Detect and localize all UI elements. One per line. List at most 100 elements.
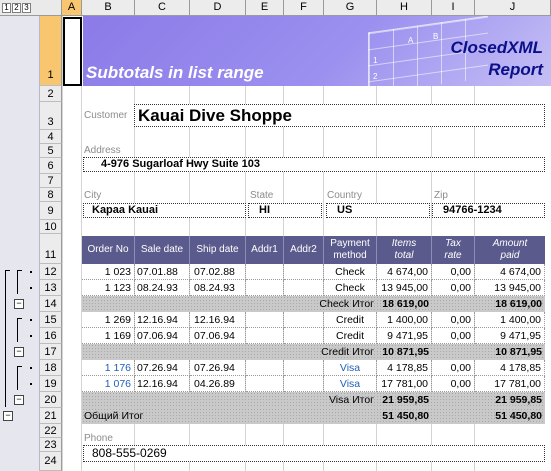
cell-amount-paid[interactable]: 9 471,95 xyxy=(475,328,545,344)
cell-order-no[interactable]: 1 269 xyxy=(82,312,135,328)
cell-tax-rate[interactable]: 0,00 xyxy=(432,360,475,376)
row-header-2[interactable]: 2 xyxy=(40,86,62,102)
row-header-24[interactable]: 24 xyxy=(40,452,62,471)
row-header-10[interactable]: 10 xyxy=(40,220,62,234)
cell-order-no[interactable]: 1 123 xyxy=(82,280,135,296)
column-header-e[interactable]: E xyxy=(246,0,284,16)
column-header-f[interactable]: F xyxy=(284,0,324,16)
cell-addr1[interactable] xyxy=(246,328,284,344)
cell-sale-date[interactable]: 12.16.94 xyxy=(135,312,190,328)
selected-cell-a1[interactable] xyxy=(63,17,82,86)
row-header-19[interactable]: 19 xyxy=(40,376,62,392)
row-header-18[interactable]: 18 xyxy=(40,360,62,376)
cell-sale-date[interactable]: 08.24.93 xyxy=(135,280,190,296)
cell-items-total[interactable]: 13 945,00 xyxy=(377,280,432,296)
cell-tax-rate[interactable]: 0,00 xyxy=(432,376,475,392)
column-header-j[interactable]: J xyxy=(475,0,551,16)
cell-sale-date[interactable]: 07.06.94 xyxy=(135,328,190,344)
outline-level-3-button[interactable]: 3 xyxy=(22,3,31,13)
cell-items-total[interactable]: 4 674,00 xyxy=(377,264,432,280)
cell-amount-paid[interactable]: 4 674,00 xyxy=(475,264,545,280)
cell-addr1[interactable] xyxy=(246,280,284,296)
column-header-c[interactable]: C xyxy=(135,0,190,16)
cell-addr1[interactable] xyxy=(246,264,284,280)
cell-ship-date[interactable]: 08.24.93 xyxy=(190,280,246,296)
cell-payment-method[interactable]: Credit xyxy=(324,312,377,328)
cell-order-no[interactable]: 1 176 xyxy=(82,360,135,376)
row-header-13[interactable]: 13 xyxy=(40,280,62,296)
cell-payment-method[interactable]: Check xyxy=(324,280,377,296)
row-header-20[interactable]: 20 xyxy=(40,392,62,408)
cell-addr2[interactable] xyxy=(284,360,324,376)
row-header-17[interactable]: 17 xyxy=(40,344,62,360)
cell-addr1[interactable] xyxy=(246,376,284,392)
cell-tax-rate[interactable]: 0,00 xyxy=(432,312,475,328)
row-header-23[interactable]: 23 xyxy=(40,438,62,452)
cell-addr2[interactable] xyxy=(284,376,324,392)
column-header-i[interactable]: I xyxy=(432,0,475,16)
row-header-16[interactable]: 16 xyxy=(40,328,62,344)
row-header-14[interactable]: 14 xyxy=(40,296,62,312)
cell-items-total[interactable]: 9 471,95 xyxy=(377,328,432,344)
cell-sale-date[interactable]: 12.16.94 xyxy=(135,376,190,392)
cell-amount-paid[interactable]: 4 178,85 xyxy=(475,360,545,376)
collapse-credit-button[interactable]: − xyxy=(14,347,24,357)
cell-addr2[interactable] xyxy=(284,312,324,328)
cell-amount-paid[interactable]: 1 400,00 xyxy=(475,312,545,328)
cell-ship-date[interactable]: 07.02.88 xyxy=(190,264,246,280)
cell-ship-date[interactable]: 07.26.94 xyxy=(190,360,246,376)
cell-ship-date[interactable]: 12.16.94 xyxy=(190,312,246,328)
banner-grid-letter-b: B xyxy=(433,32,439,41)
column-header-b[interactable]: B xyxy=(82,0,135,16)
cell-payment-method[interactable]: Credit xyxy=(324,328,377,344)
column-header-h[interactable]: H xyxy=(377,0,432,16)
cell-addr1[interactable] xyxy=(246,312,284,328)
cell-tax-rate[interactable]: 0,00 xyxy=(432,264,475,280)
cell-ship-date[interactable]: 04.26.89 xyxy=(190,376,246,392)
row-header-22[interactable]: 22 xyxy=(40,424,62,438)
cell-order-no[interactable]: 1 169 xyxy=(82,328,135,344)
row-header-1[interactable]: 1 xyxy=(40,16,62,86)
cell-amount-paid[interactable]: 13 945,00 xyxy=(475,280,545,296)
outline-level-2-button[interactable]: 2 xyxy=(12,3,21,13)
cell-addr2[interactable] xyxy=(284,264,324,280)
column-header-d[interactable]: D xyxy=(190,0,246,16)
row-header-3[interactable]: 3 xyxy=(40,102,62,130)
row-header-8[interactable]: 8 xyxy=(40,188,62,202)
city-value: Kapaa Kauai xyxy=(83,203,246,218)
row-header-4[interactable]: 4 xyxy=(40,130,62,144)
column-header-g[interactable]: G xyxy=(324,0,377,16)
cell-order-no[interactable]: 1 076 xyxy=(82,376,135,392)
collapse-visa-button[interactable]: − xyxy=(14,395,24,405)
cell-tax-rate[interactable]: 0,00 xyxy=(432,328,475,344)
cell-payment-method[interactable]: Visa xyxy=(324,376,377,392)
collapse-check-button[interactable]: − xyxy=(14,299,24,309)
row-header-11[interactable]: 11 xyxy=(40,234,62,264)
row-header-15[interactable]: 15 xyxy=(40,312,62,328)
subtotal-amount: 18 619,00 xyxy=(495,298,542,310)
row-header-21[interactable]: 21 xyxy=(40,408,62,424)
cell-tax-rate[interactable]: 0,00 xyxy=(432,280,475,296)
row-header-12[interactable]: 12 xyxy=(40,264,62,280)
row-header-7[interactable]: 7 xyxy=(40,174,62,188)
row-header-5[interactable]: 5 xyxy=(40,144,62,158)
cell-amount-paid[interactable]: 17 781,00 xyxy=(475,376,545,392)
cell-sale-date[interactable]: 07.26.94 xyxy=(135,360,190,376)
column-header-a[interactable]: A xyxy=(62,0,82,16)
row-header-9[interactable]: 9 xyxy=(40,202,62,220)
cell-items-total[interactable]: 17 781,00 xyxy=(377,376,432,392)
cell-addr2[interactable] xyxy=(284,280,324,296)
header-addr1: Addr1 xyxy=(246,236,284,264)
cell-ship-date[interactable]: 07.06.94 xyxy=(190,328,246,344)
collapse-all-button[interactable]: − xyxy=(3,411,13,421)
cell-order-no[interactable]: 1 023 xyxy=(82,264,135,280)
cell-sale-date[interactable]: 07.01.88 xyxy=(135,264,190,280)
cell-payment-method[interactable]: Check xyxy=(324,264,377,280)
cell-addr2[interactable] xyxy=(284,328,324,344)
row-header-6[interactable]: 6 xyxy=(40,158,62,174)
cell-addr1[interactable] xyxy=(246,360,284,376)
cell-items-total[interactable]: 1 400,00 xyxy=(377,312,432,328)
cell-items-total[interactable]: 4 178,85 xyxy=(377,360,432,376)
outline-level-1-button[interactable]: 1 xyxy=(2,3,11,13)
cell-payment-method[interactable]: Visa xyxy=(324,360,377,376)
